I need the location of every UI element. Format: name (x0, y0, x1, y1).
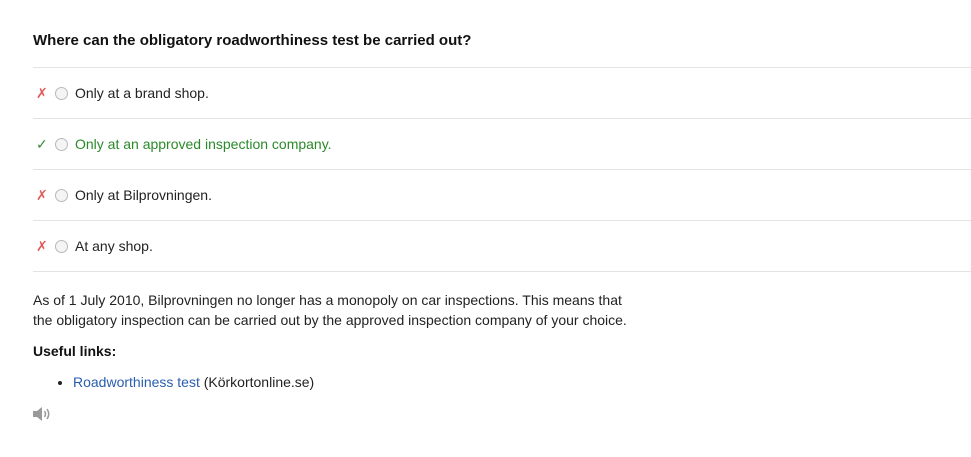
answer-radio[interactable] (55, 86, 68, 100)
checkmark-icon: ✓ (36, 135, 48, 152)
answer-list: ✗ Only at a brand shop. ✓ Only at an app… (33, 67, 971, 272)
roadworthiness-test-link[interactable]: Roadworthiness test (73, 374, 200, 390)
cross-icon: ✗ (36, 186, 48, 203)
answer-option-2[interactable]: ✓ Only at an approved inspection company… (33, 118, 971, 169)
answer-label: Only at Bilprovningen. (75, 187, 212, 203)
answer-radio[interactable] (55, 239, 68, 253)
answer-label: Only at a brand shop. (75, 85, 209, 101)
cross-icon: ✗ (36, 237, 48, 254)
cross-icon: ✗ (36, 84, 48, 101)
answer-option-4[interactable]: ✗ At any shop. (33, 220, 971, 272)
answer-label: Only at an approved inspection company. (75, 136, 332, 152)
link-source: (Körkortonline.se) (199, 374, 315, 390)
answer-radio[interactable] (55, 188, 68, 202)
list-item: Roadworthiness test (Körkortonline.se) (73, 372, 314, 392)
answer-option-1[interactable]: ✗ Only at a brand shop. (33, 67, 971, 118)
answer-option-3[interactable]: ✗ Only at Bilprovningen. (33, 169, 971, 220)
question-text: Where can the obligatory roadworthiness … (33, 32, 472, 49)
answer-label: At any shop. (75, 238, 153, 254)
answer-radio[interactable] (55, 137, 68, 151)
explanation-text: As of 1 July 2010, Bilprovningen no long… (33, 292, 627, 328)
useful-links-heading: Useful links: (33, 343, 117, 359)
speaker-icon[interactable] (32, 406, 52, 422)
useful-links-list: Roadworthiness test (Körkortonline.se) (33, 372, 314, 392)
